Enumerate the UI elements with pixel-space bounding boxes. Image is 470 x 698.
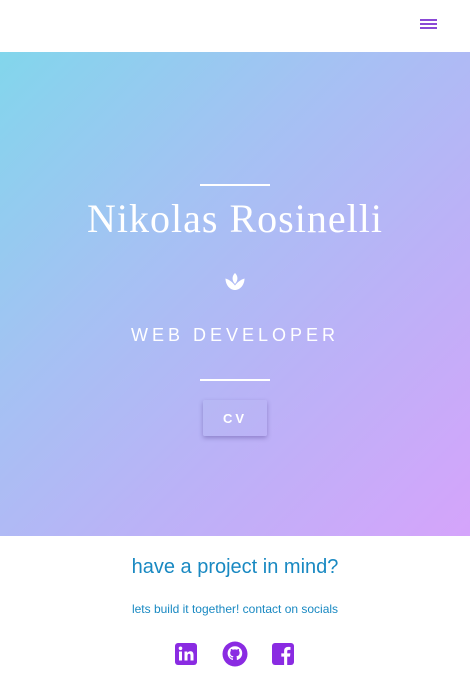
- hero-role: WEB DEVELOPER: [130, 325, 340, 345]
- menu-bar-line: [420, 19, 437, 21]
- cv-button[interactable]: CV: [203, 400, 267, 436]
- social-links: [0, 640, 470, 668]
- lotus-icon: [224, 272, 246, 292]
- github-icon[interactable]: [222, 641, 248, 667]
- hero-section: Nikolas Rosinelli WEB DEVELOPER CV: [0, 52, 470, 536]
- hero-name: Nikolas Rosinelli: [87, 196, 383, 241]
- hamburger-menu-icon[interactable]: [419, 16, 439, 32]
- top-bar: [0, 0, 470, 52]
- page: Nikolas Rosinelli WEB DEVELOPER CV have …: [0, 0, 470, 698]
- divider-bottom: [200, 379, 270, 381]
- contact-subline: lets build it together! contact on socia…: [131, 602, 339, 616]
- menu-bar-line: [420, 27, 437, 29]
- menu-bar-line: [420, 23, 437, 25]
- contact-section: have a project in mind? lets build it to…: [0, 536, 470, 698]
- divider-top: [200, 184, 270, 186]
- linkedin-icon[interactable]: [175, 643, 197, 665]
- contact-headline: have a project in mind?: [131, 556, 339, 578]
- facebook-icon[interactable]: [272, 643, 294, 665]
